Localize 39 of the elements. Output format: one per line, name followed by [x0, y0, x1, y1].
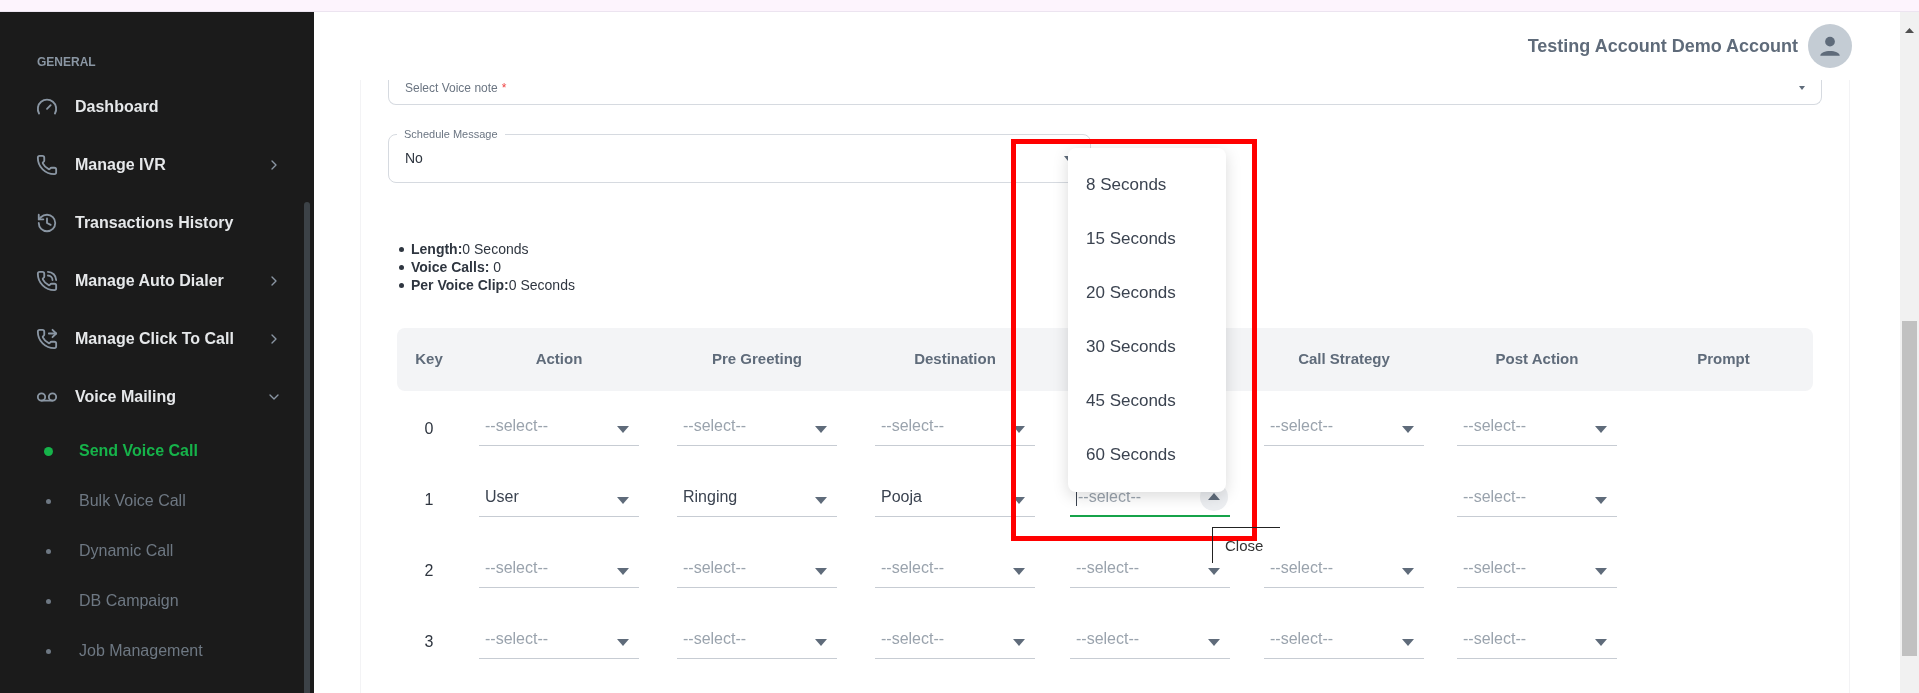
select-value: Ringing	[683, 487, 738, 507]
column-header: Post Action	[1494, 349, 1580, 370]
select-value: --select--	[1270, 629, 1334, 649]
select-value: --select--	[485, 558, 549, 578]
key-cell-text: 3	[424, 631, 434, 652]
select-value: --select--	[1270, 416, 1334, 436]
column-header: Key	[415, 349, 443, 370]
key-cell-text: 0	[424, 418, 434, 439]
select-value: No	[405, 149, 423, 168]
select-value: --select--	[485, 416, 549, 436]
section-label: GENERAL	[36, 55, 97, 69]
select-value: User	[485, 487, 519, 507]
select-value: --select--	[881, 629, 945, 649]
select-value: --select--	[1463, 416, 1527, 436]
select-value: --select--	[1076, 629, 1140, 649]
required-mark: *	[501, 80, 507, 96]
select-value: Pooja	[881, 487, 922, 507]
select-value: --select--	[1076, 558, 1140, 578]
select-value: --select--	[485, 629, 549, 649]
summary-item: Voice Calls: 0	[399, 258, 1822, 276]
key-cell-text: 1	[424, 489, 434, 510]
user-name: Testing Account Demo Account	[1527, 34, 1798, 58]
column-header: Pre Greeting	[711, 349, 803, 370]
select-value: --select--	[881, 416, 945, 436]
select-value: --select--	[1463, 487, 1527, 507]
column-header: Destination	[913, 349, 997, 370]
placeholder-text: Select Voice note	[405, 80, 498, 96]
key-cell-text: 2	[424, 560, 434, 581]
select-value: --select--	[683, 416, 747, 436]
column-header: Prompt	[1697, 349, 1750, 370]
column-header: Action	[534, 349, 584, 370]
select-value: --select--	[683, 558, 747, 578]
tooltip: Close	[1212, 527, 1280, 563]
select-value: --select--	[1078, 486, 1142, 507]
select-value: --select--	[1463, 558, 1527, 578]
select-value: --select--	[881, 558, 945, 578]
column-header: Call Strategy	[1297, 349, 1391, 370]
select-value: --select--	[683, 629, 747, 649]
select-value: --select--	[1463, 629, 1527, 649]
